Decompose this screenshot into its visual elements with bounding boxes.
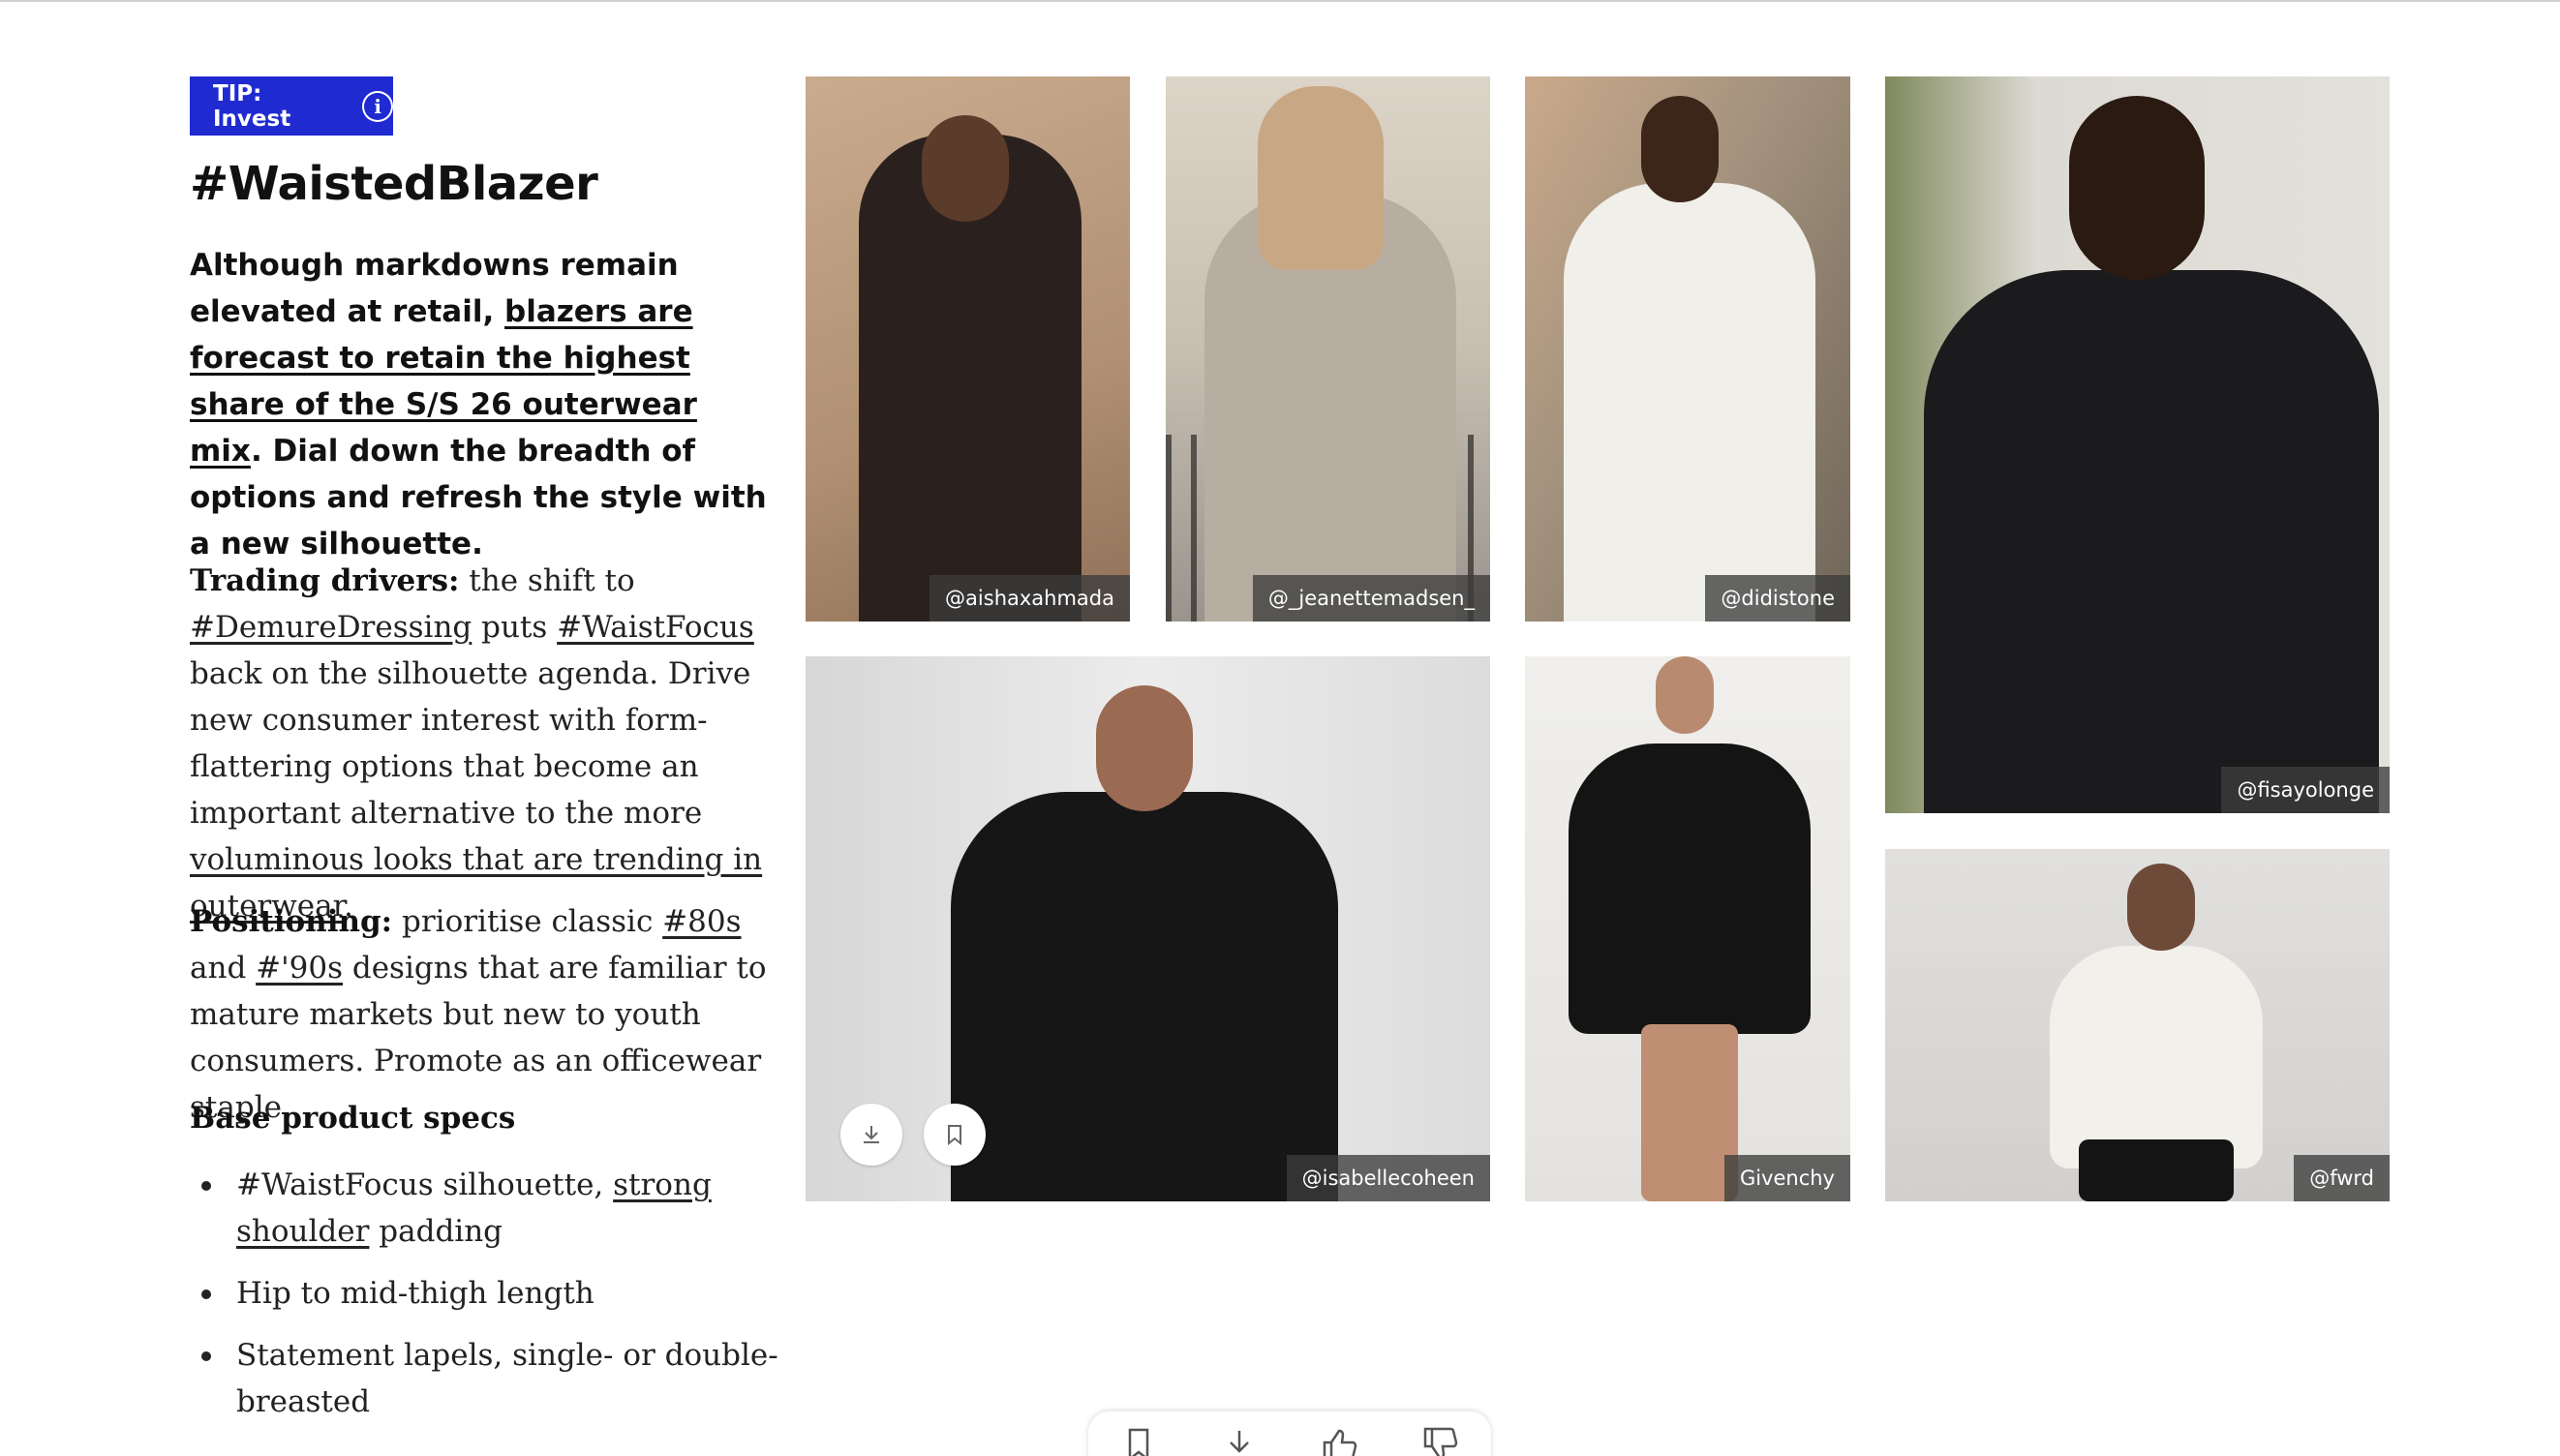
photo-credit: @fwrd xyxy=(2294,1155,2390,1201)
model-face xyxy=(1641,96,1719,202)
bookmark-icon xyxy=(1128,1428,1149,1456)
image-tile-5[interactable]: @isabellecoheen xyxy=(806,656,1490,1201)
model-photo xyxy=(951,792,1338,1201)
bookmark-button[interactable] xyxy=(1119,1425,1158,1456)
bookmark-button[interactable] xyxy=(924,1104,986,1166)
nineties-link[interactable]: #'90s xyxy=(256,951,343,986)
page-title: #WaistedBlazer xyxy=(190,157,598,211)
list-item: #WaistFocus silhouette, strong shoulder … xyxy=(190,1162,780,1255)
download-icon xyxy=(1230,1431,1249,1453)
photo-credit: @isabellecoheen xyxy=(1286,1155,1490,1201)
tip-label: TIP: Invest xyxy=(213,80,291,132)
model-face xyxy=(922,115,1009,222)
spec-3-text: Statement lapels, single- or double-brea… xyxy=(236,1338,778,1419)
model-shorts xyxy=(2079,1139,2234,1201)
download-icon xyxy=(864,1126,879,1143)
download-button[interactable] xyxy=(1220,1425,1259,1456)
thumbs-up-button[interactable] xyxy=(1321,1425,1359,1456)
positioning-heading: Positioning: xyxy=(190,904,393,939)
model-hair xyxy=(1258,86,1384,270)
feedback-toolbar xyxy=(1088,1411,1491,1456)
spec-2-text: Hip to mid-thigh length xyxy=(236,1276,594,1311)
product-specs-list: #WaistFocus silhouette, strong shoulder … xyxy=(190,1162,780,1441)
trading-text-1: the shift to xyxy=(459,563,635,598)
demure-dressing-link[interactable]: #DemureDressing xyxy=(190,610,472,645)
waist-focus-link[interactable]: #WaistFocus xyxy=(557,610,754,645)
model-photo xyxy=(1924,270,2379,813)
trading-text-3: back on the silhouette agenda. Drive new… xyxy=(190,656,751,831)
photo-credit: @fisayolonge xyxy=(2221,767,2390,813)
photo-credit: @aishaxahmada xyxy=(930,575,1130,622)
top-divider xyxy=(0,0,2560,2)
model-face xyxy=(2127,864,2195,951)
model-face xyxy=(1656,656,1714,734)
base-product-specs-heading: Base product specs xyxy=(190,1101,516,1136)
image-tile-1[interactable]: @aishaxahmada xyxy=(806,76,1130,622)
model-photo xyxy=(1564,183,1815,622)
model-face xyxy=(1096,685,1193,811)
image-tile-6[interactable]: Givenchy xyxy=(1525,656,1850,1201)
lead-text-2: . Dial down the breadth of options and r… xyxy=(190,434,767,561)
photo-credit: Givenchy xyxy=(1723,1155,1850,1201)
positioning-text-1: prioritise classic xyxy=(392,904,663,939)
thumbs-up-icon xyxy=(1323,1429,1357,1456)
photo-credit: @didistone xyxy=(1705,575,1850,622)
positioning-text-2: and xyxy=(190,951,257,986)
thumbs-down-icon xyxy=(1423,1427,1458,1456)
tip-badge[interactable]: TIP: Invest i xyxy=(190,76,393,136)
info-icon[interactable]: i xyxy=(362,90,393,122)
model-photo xyxy=(1569,743,1811,1034)
thumbs-down-button[interactable] xyxy=(1421,1425,1460,1456)
trading-drivers-paragraph: Trading drivers: the shift to #DemureDre… xyxy=(190,558,780,929)
image-tile-7[interactable]: @fwrd xyxy=(1885,849,2390,1201)
image-tile-4[interactable]: @fisayolonge xyxy=(1885,76,2390,813)
spec-1-text: #WaistFocus silhouette, xyxy=(236,1168,614,1202)
list-item: Hip to mid-thigh length xyxy=(190,1270,780,1317)
trading-drivers-heading: Trading drivers: xyxy=(190,563,460,598)
spec-1-post: padding xyxy=(369,1214,503,1249)
positioning-paragraph: Positioning: prioritise classic #80s and… xyxy=(190,898,780,1131)
bookmark-icon xyxy=(948,1125,961,1146)
image-tile-2[interactable]: @_jeanettemadsen_ xyxy=(1166,76,1490,622)
model-face xyxy=(2069,96,2205,280)
download-button[interactable] xyxy=(840,1104,902,1166)
photo-credit: @_jeanettemadsen_ xyxy=(1252,575,1490,622)
image-tile-3[interactable]: @didistone xyxy=(1525,76,1850,622)
lead-paragraph: Although markdowns remain elevated at re… xyxy=(190,242,771,567)
list-item: Statement lapels, single- or double-brea… xyxy=(190,1332,780,1425)
model-photo xyxy=(2050,946,2263,1168)
eighties-link[interactable]: #80s xyxy=(662,904,741,939)
trading-text-2: puts xyxy=(472,610,558,645)
